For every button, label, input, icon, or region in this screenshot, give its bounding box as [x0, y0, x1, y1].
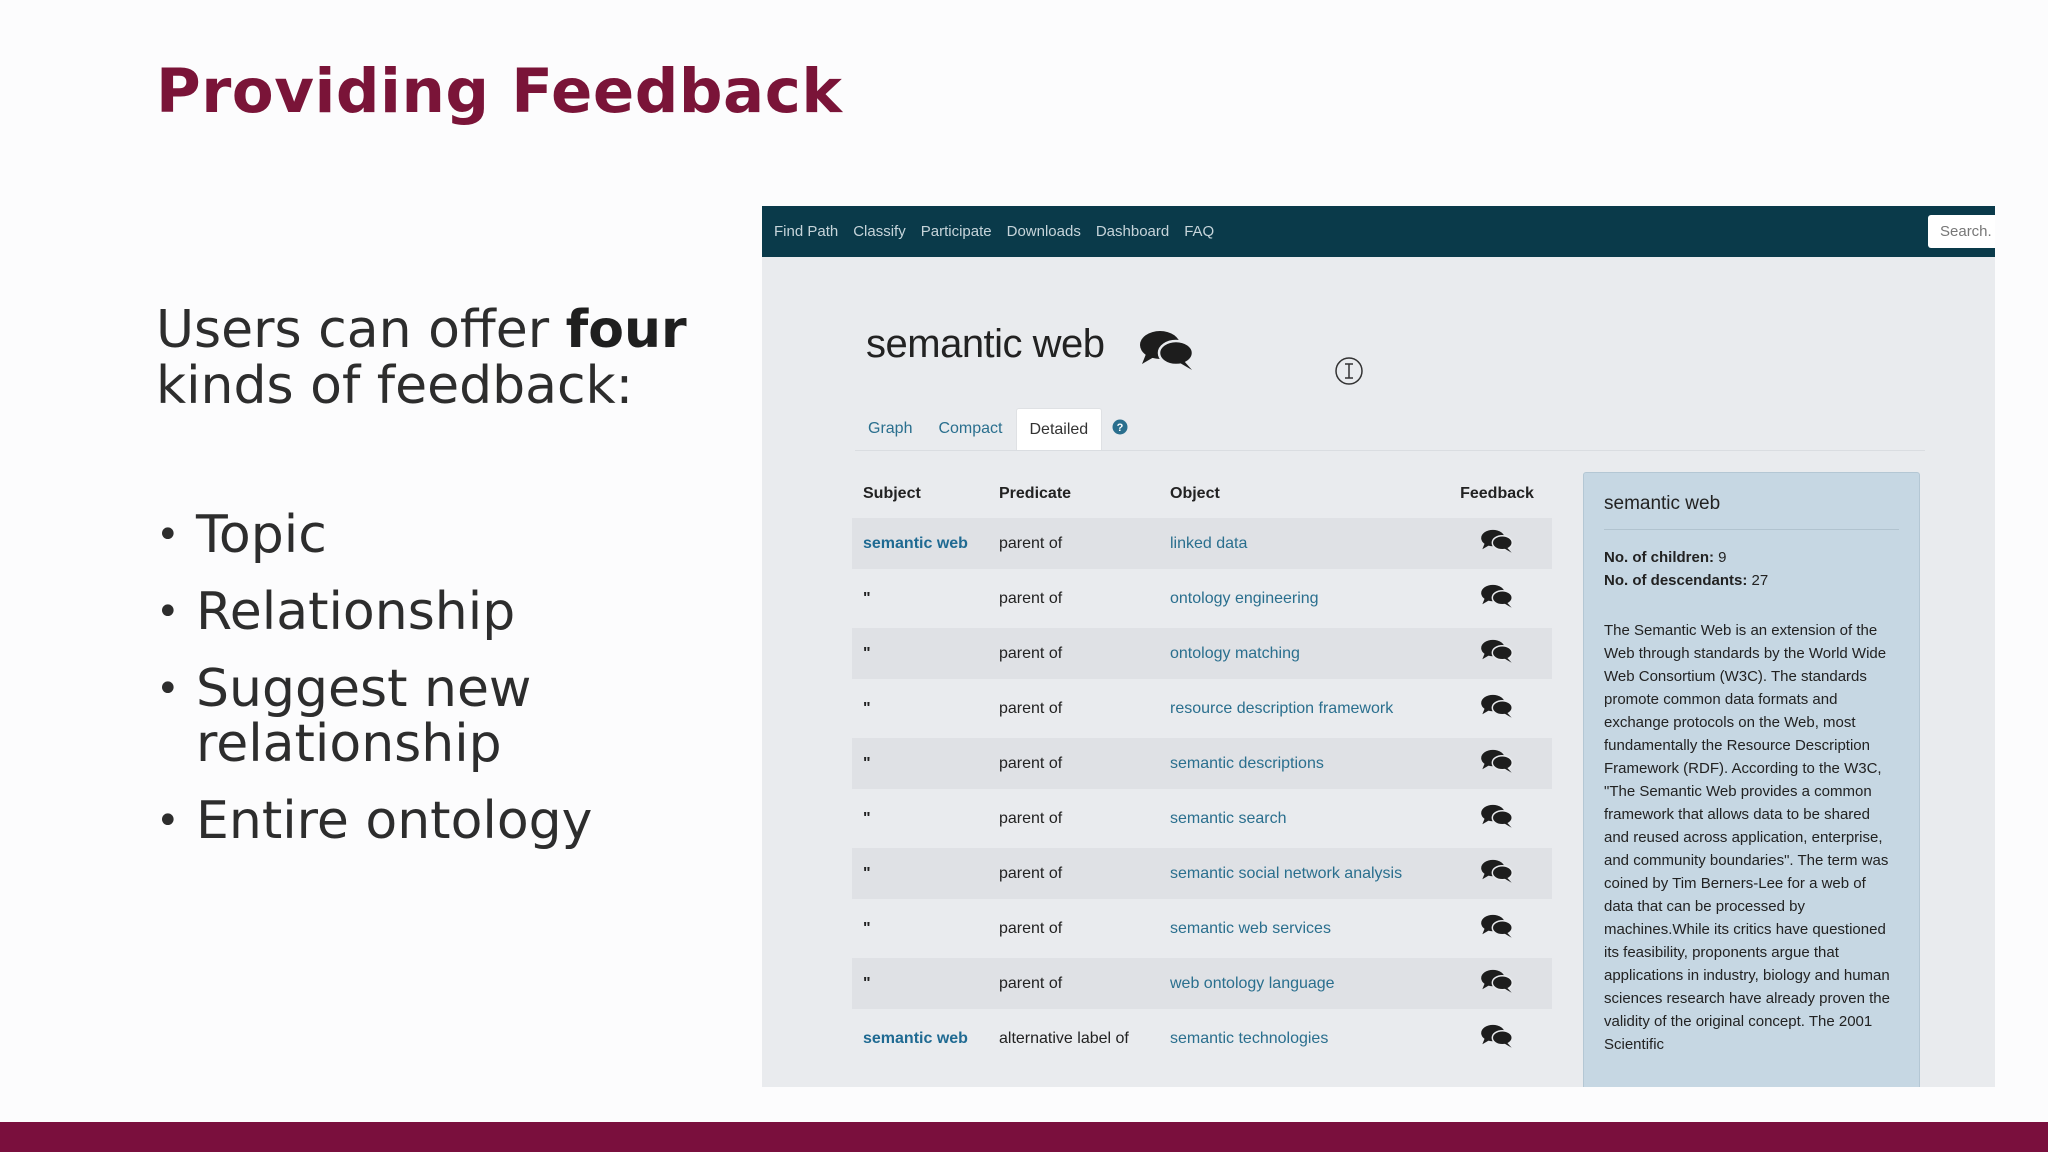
object-link[interactable]: ontology engineering — [1170, 590, 1319, 607]
object-link[interactable]: linked data — [1170, 535, 1247, 552]
nav-faq[interactable]: FAQ — [1184, 223, 1214, 240]
tabs-divider — [855, 450, 1925, 451]
panel-title: semantic web — [1604, 493, 1721, 514]
predicate-cell: parent of — [999, 589, 1063, 607]
bullet-relationship: Relationship — [156, 585, 636, 641]
header-predicate: Predicate — [999, 485, 1072, 502]
subject-ditto: " — [863, 644, 871, 662]
subject-ditto: " — [863, 974, 871, 992]
help-icon[interactable]: ? — [1112, 419, 1128, 440]
feedback-icon[interactable] — [1480, 1024, 1514, 1053]
bullet-entire-ontology: Entire ontology — [156, 794, 636, 850]
topic-info-panel: semantic web No. of children: 9 No. of d… — [1583, 472, 1920, 1087]
table-row: " parent of web ontology language — [852, 958, 1552, 1009]
table-row: " parent of ontology engineering — [852, 573, 1552, 624]
predicate-cell: parent of — [999, 809, 1063, 827]
predicate-cell: parent of — [999, 699, 1063, 717]
nav-downloads[interactable]: Downloads — [1007, 223, 1081, 240]
topic-title: semantic web — [866, 322, 1105, 366]
topic-feedback-icon[interactable] — [1138, 328, 1196, 377]
nav-participate[interactable]: Participate — [921, 223, 992, 240]
footer-bar — [0, 1122, 2048, 1152]
object-link[interactable]: ontology matching — [1170, 645, 1300, 662]
nav-dashboard[interactable]: Dashboard — [1096, 223, 1169, 240]
descendants-count: No. of descendants: 27 — [1604, 569, 1899, 592]
table-row: semantic web alternative label of semantic… — [852, 1013, 1552, 1064]
predicate-cell: parent of — [999, 919, 1063, 937]
subject-ditto: " — [863, 589, 871, 607]
feedback-icon[interactable] — [1480, 639, 1514, 668]
object-link[interactable]: web ontology language — [1170, 975, 1335, 992]
table-row: " parent of semantic descriptions — [852, 738, 1552, 789]
predicate-cell: parent of — [999, 974, 1063, 992]
feedback-icon[interactable] — [1480, 859, 1514, 888]
tab-compact[interactable]: Compact — [925, 408, 1015, 450]
descendants-label: No. of descendants: — [1604, 572, 1748, 589]
intro-bold: four — [565, 300, 687, 360]
descendants-value: 27 — [1751, 572, 1769, 589]
feedback-kinds-list: Topic Relationship Suggest new relations… — [156, 508, 636, 871]
app-screenshot: Find Path Classify Participate Downloads… — [762, 206, 1995, 1087]
children-count: No. of children: 9 — [1604, 546, 1899, 569]
subject-ditto: " — [863, 864, 871, 882]
text-cursor-icon — [1334, 356, 1364, 391]
table-row: " parent of semantic social network analys… — [852, 848, 1552, 899]
feedback-icon[interactable] — [1480, 914, 1514, 943]
subject-ditto: " — [863, 809, 871, 827]
predicate-cell: parent of — [999, 644, 1063, 662]
object-link[interactable]: semantic search — [1170, 810, 1287, 827]
table-row: " parent of resource description framework — [852, 683, 1552, 734]
intro-post: kinds of feedback: — [156, 356, 634, 416]
feedback-icon[interactable] — [1480, 694, 1514, 723]
feedback-icon[interactable] — [1480, 584, 1514, 613]
view-tabs: Graph Compact Detailed ? — [855, 407, 1128, 451]
subject-ditto: " — [863, 919, 871, 937]
object-link[interactable]: semantic web services — [1170, 920, 1331, 937]
bullet-topic: Topic — [156, 508, 636, 564]
feedback-icon[interactable] — [1480, 804, 1514, 833]
subject-link[interactable]: semantic web — [863, 535, 968, 552]
topic-description: The Semantic Web is an extension of the … — [1604, 622, 1890, 1053]
object-link[interactable]: semantic technologies — [1170, 1030, 1328, 1047]
bullet-suggest-new-relationship: Suggest new relationship — [156, 662, 636, 772]
table-row: " parent of semantic web services — [852, 903, 1552, 954]
tab-detailed[interactable]: Detailed — [1015, 407, 1103, 451]
nav-classify[interactable]: Classify — [853, 223, 906, 240]
predicate-cell: parent of — [999, 864, 1063, 882]
children-value: 9 — [1718, 549, 1727, 566]
tab-graph[interactable]: Graph — [855, 408, 925, 450]
top-navbar: Find Path Classify Participate Downloads… — [762, 206, 1995, 257]
slide-title: Providing Feedback — [156, 56, 843, 127]
subject-ditto: " — [863, 699, 871, 717]
table-body: semantic web parent of linked data " parent … — [852, 518, 1552, 1064]
intro-text: Users can offer four kinds of feedback: — [156, 302, 716, 414]
predicate-cell: parent of — [999, 754, 1063, 772]
object-link[interactable]: semantic social network analysis — [1170, 865, 1402, 882]
table-row: semantic web parent of linked data — [852, 518, 1552, 569]
subject-link[interactable]: semantic web — [863, 1030, 968, 1047]
object-link[interactable]: resource description framework — [1170, 700, 1393, 717]
header-object: Object — [1170, 485, 1220, 502]
header-feedback: Feedback — [1460, 485, 1534, 502]
header-subject: Subject — [863, 485, 921, 502]
object-link[interactable]: semantic descriptions — [1170, 755, 1324, 772]
feedback-icon[interactable] — [1480, 969, 1514, 998]
feedback-icon[interactable] — [1480, 529, 1514, 558]
search-input[interactable]: Search. — [1928, 215, 1995, 248]
predicate-cell: alternative label of — [999, 1029, 1129, 1047]
intro-pre: Users can offer — [156, 300, 566, 360]
svg-text:?: ? — [1117, 422, 1124, 434]
predicate-cell: parent of — [999, 534, 1063, 552]
subject-ditto: " — [863, 754, 871, 772]
feedback-icon[interactable] — [1480, 749, 1514, 778]
table-row: " parent of ontology matching — [852, 628, 1552, 679]
panel-divider — [1604, 529, 1899, 530]
table-row: " parent of semantic search — [852, 793, 1552, 844]
nav-find-path[interactable]: Find Path — [774, 223, 838, 240]
table-header: Subject Predicate Object Feedback — [852, 470, 1552, 518]
children-label: No. of children: — [1604, 549, 1714, 566]
relations-table: Subject Predicate Object Feedback semant… — [852, 470, 1552, 1068]
